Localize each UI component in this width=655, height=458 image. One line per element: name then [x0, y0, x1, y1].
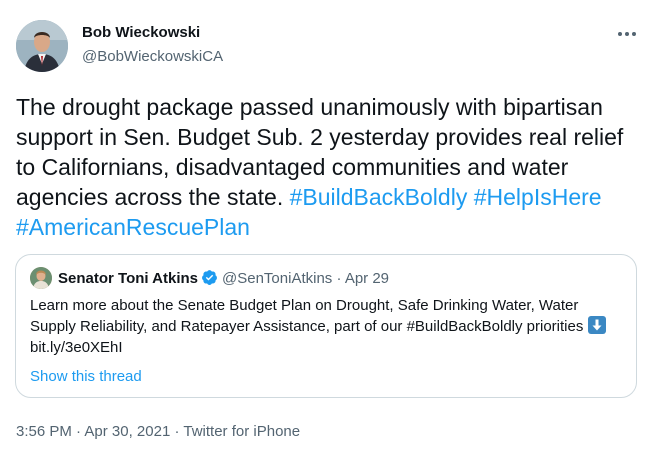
- more-icon: [618, 32, 636, 36]
- quoted-separator: ·: [336, 270, 342, 287]
- author-name[interactable]: Bob Wieckowski: [82, 24, 200, 41]
- quoted-body: Learn more about the Senate Budget Plan …: [30, 297, 584, 335]
- meta-separator: ·: [76, 423, 82, 440]
- tweet-date[interactable]: Apr 30, 2021: [84, 423, 170, 440]
- quoted-link[interactable]: bit.ly/3e0XEhI: [30, 339, 123, 356]
- quoted-tweet-text: Learn more about the Senate Budget Plan …: [30, 295, 626, 358]
- quoted-author-name[interactable]: Senator Toni Atkins: [58, 270, 198, 287]
- quoted-tweet-header: Senator Toni Atkins @SenToniAtkins · Apr …: [58, 269, 389, 290]
- author-avatar[interactable]: [16, 20, 68, 72]
- arrow-down-icon: [587, 316, 606, 334]
- tweet-text: The drought package passed unanimously w…: [16, 92, 641, 242]
- hashtag-link[interactable]: #BuildBackBoldly: [290, 184, 468, 210]
- tweet-source[interactable]: Twitter for iPhone: [183, 423, 300, 440]
- author-photo: [16, 20, 68, 72]
- quoted-tweet[interactable]: Senator Toni Atkins @SenToniAtkins · Apr …: [15, 254, 637, 398]
- tweet-card: Bob Wieckowski @BobWieckowskiCA The drou…: [0, 0, 655, 458]
- verified-icon: [201, 269, 218, 290]
- tweet-metadata: 3:56 PM · Apr 30, 2021 · Twitter for iPh…: [16, 423, 300, 440]
- quoted-author-handle[interactable]: @SenToniAtkins: [222, 270, 332, 287]
- author-handle[interactable]: @BobWieckowskiCA: [82, 48, 223, 65]
- hashtag-link[interactable]: #AmericanRescuePlan: [16, 214, 250, 240]
- quoted-author-photo: [30, 267, 52, 289]
- meta-separator: ·: [174, 423, 180, 440]
- hashtag-link[interactable]: #HelpIsHere: [474, 184, 602, 210]
- quoted-author-avatar[interactable]: [30, 267, 52, 289]
- show-thread-link[interactable]: Show this thread: [30, 368, 142, 385]
- quoted-date[interactable]: Apr 29: [345, 270, 389, 287]
- tweet-time[interactable]: 3:56 PM: [16, 423, 72, 440]
- more-options-button[interactable]: [612, 22, 642, 46]
